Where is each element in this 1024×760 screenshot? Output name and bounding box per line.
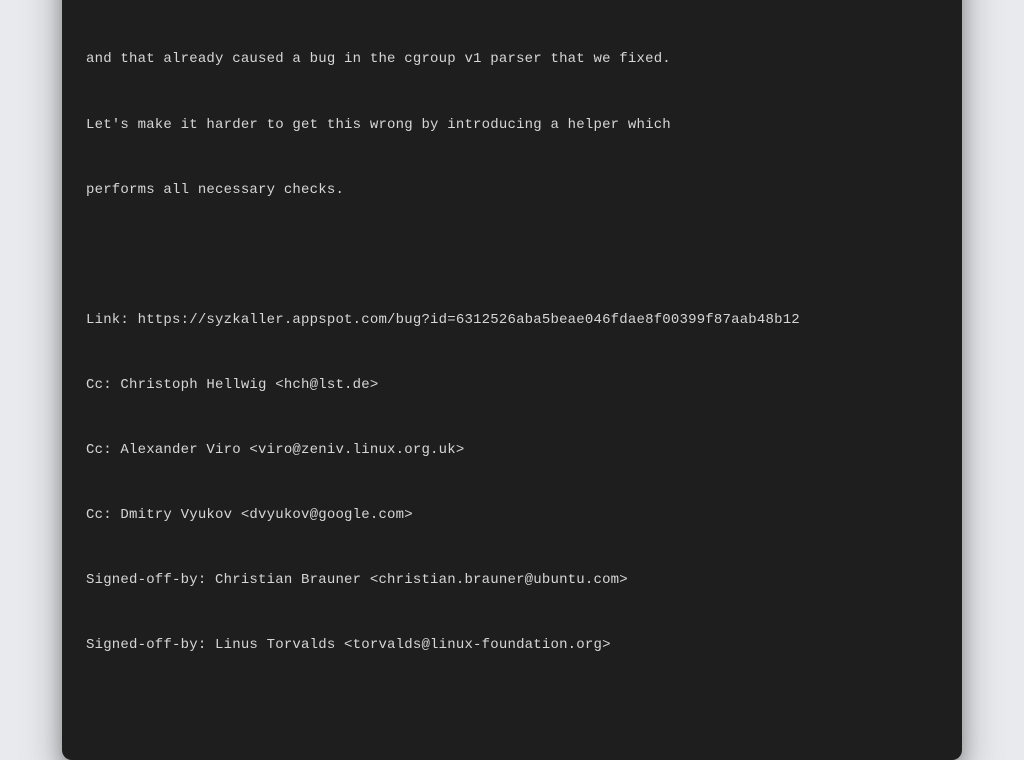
terminal-output[interactable]: fs: add vfs_parse_fs_param_source() help… xyxy=(62,0,962,760)
output-line xyxy=(86,245,938,267)
output-line: and that already caused a bug in the cgr… xyxy=(86,49,938,71)
output-line: Signed-off-by: Christian Brauner <christ… xyxy=(86,570,938,592)
output-line: Signed-off-by: Linus Torvalds <torvalds@… xyxy=(86,635,938,657)
output-line: Link: https://syzkaller.appspot.com/bug?… xyxy=(86,310,938,332)
output-line: Cc: Dmitry Vyukov <dvyukov@google.com> xyxy=(86,505,938,527)
output-line: Cc: Christoph Hellwig <hch@lst.de> xyxy=(86,375,938,397)
output-line: to parse the "source" parameter. A few p… xyxy=(86,0,938,6)
output-line: performs all necessary checks. xyxy=(86,180,938,202)
output-line: Let's make it harder to get this wrong b… xyxy=(86,115,938,137)
output-line: Cc: Alexander Viro <viro@zeniv.linux.org… xyxy=(86,440,938,462)
terminal-window: fs: add vfs_parse_fs_param_source() help… xyxy=(62,0,962,760)
